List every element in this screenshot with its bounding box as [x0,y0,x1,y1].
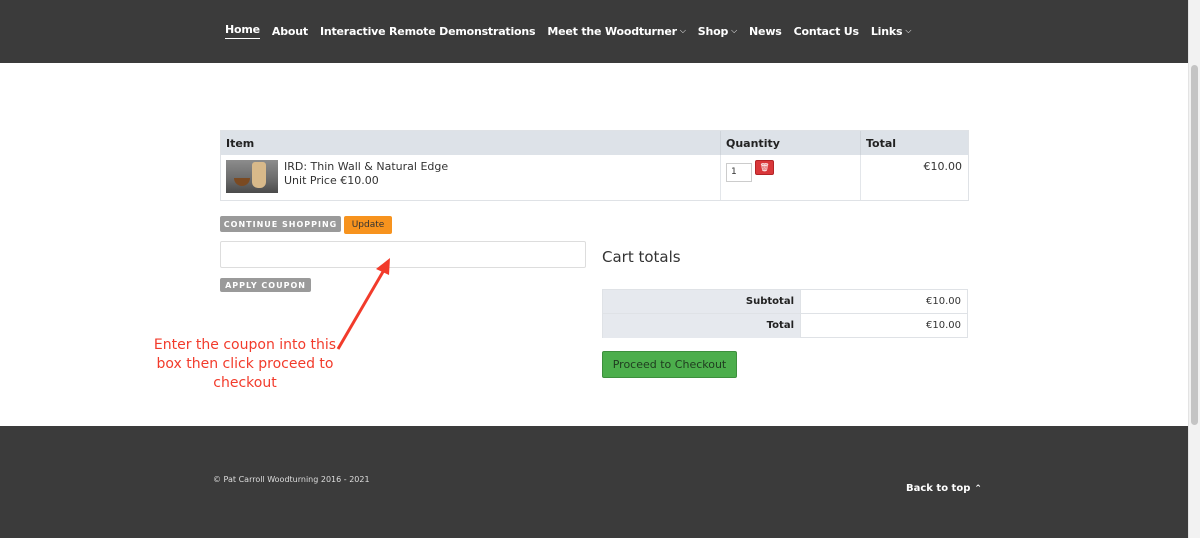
copyright: © Pat Carroll Woodturning 2016 - 2021 [213,475,370,484]
proceed-to-checkout-button[interactable]: Proceed to Checkout [602,351,737,378]
back-to-top-link[interactable]: Back to top ⌃ [906,483,982,494]
cart-table-header: Item Quantity Total [221,131,968,155]
header-total: Total [860,131,968,155]
product-thumbnail[interactable] [226,160,278,193]
header-item: Item [226,137,255,150]
nav-interactive-remote-demonstrations[interactable]: Interactive Remote Demonstrations [320,23,536,39]
header-quantity: Quantity [720,131,860,155]
nav-shop[interactable]: Shop ⌵ [698,23,737,39]
site-header: Home About Interactive Remote Demonstrat… [0,0,1188,63]
site-footer: © Pat Carroll Woodturning 2016 - 2021 Ba… [0,426,1188,538]
page-scrollbar[interactable] [1188,0,1200,538]
nav-news[interactable]: News [749,23,782,39]
product-name[interactable]: IRD: Thin Wall & Natural Edge [284,160,448,174]
total-value: €10.00 [926,320,961,331]
chevron-up-icon: ⌃ [974,483,982,494]
quantity-cell: 1 🗑 [720,155,860,200]
scrollbar-thumb[interactable] [1191,65,1198,425]
trash-icon: 🗑 [759,163,770,172]
nav-links[interactable]: Links ⌵ [871,23,912,39]
subtotal-value: €10.00 [926,296,961,307]
nav-home[interactable]: Home [225,23,260,39]
apply-coupon-button[interactable]: Apply Coupon [220,278,311,292]
total-row: Total €10.00 [603,314,967,338]
chevron-down-icon: ⌵ [905,26,912,35]
chevron-down-icon: ⌵ [731,26,738,35]
subtotal-row: Subtotal €10.00 [603,290,967,314]
table-row: IRD: Thin Wall & Natural Edge Unit Price… [221,155,968,200]
nav-contact-us[interactable]: Contact Us [794,23,859,39]
remove-item-button[interactable]: 🗑 [755,160,774,175]
nav-meet-the-woodturner[interactable]: Meet the Woodturner ⌵ [547,23,686,39]
subtotal-label: Subtotal [603,290,801,313]
cart-totals-title: Cart totals [602,248,681,266]
chevron-down-icon: ⌵ [679,26,686,35]
main-nav: Home About Interactive Remote Demonstrat… [225,23,923,39]
quantity-input[interactable]: 1 [726,163,752,182]
update-button[interactable]: Update [344,216,392,234]
total-label: Total [603,314,801,338]
coupon-input[interactable] [220,241,586,268]
continue-shopping-button[interactable]: Continue Shopping [220,216,341,232]
row-total: €10.00 [860,155,968,200]
item-cell: IRD: Thin Wall & Natural Edge Unit Price… [221,155,720,200]
coupon-annotation: Enter the coupon into this box then clic… [153,337,337,391]
totals-table: Subtotal €10.00 Total €10.00 [602,289,968,338]
cart-table: Item Quantity Total IRD: Thin Wall & Nat… [220,130,969,201]
nav-about[interactable]: About [272,23,308,39]
unit-price: Unit Price €10.00 [284,174,379,187]
